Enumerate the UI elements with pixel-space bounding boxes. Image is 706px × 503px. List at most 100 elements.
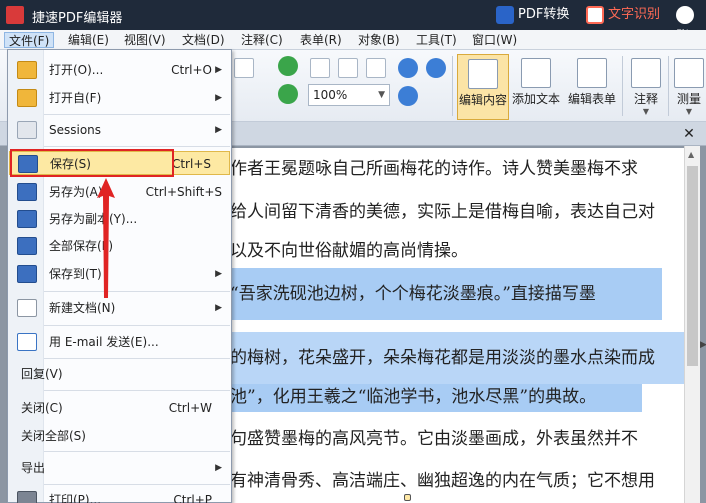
menu-item-label: 打开自(F)	[49, 91, 102, 105]
menu-item-close[interactable]: 关闭(C) Ctrl+W	[9, 396, 230, 420]
menu-tools[interactable]: 工具(T)	[412, 32, 461, 48]
app-logo-icon	[6, 6, 24, 24]
menu-item-export[interactable]: 导出 ▶	[9, 456, 230, 480]
menu-item-print[interactable]: 打印(P)... Ctrl+P	[9, 488, 230, 503]
menu-item-sessions[interactable]: Sessions ▶	[9, 118, 230, 142]
menu-form[interactable]: 表单(R)	[296, 32, 346, 48]
highlight-box	[10, 149, 174, 177]
menu-item-shortcut: Ctrl+O	[171, 63, 212, 77]
scrollbar-thumb[interactable]	[687, 166, 698, 366]
selection-handle[interactable]	[404, 494, 411, 501]
text-line[interactable]: 给人间留下清香的美德，实际上是借梅自喻，表达自己对	[228, 199, 655, 225]
selected-text-line[interactable]: “吾家洗砚池边树，个个梅花淡墨痕。”直接描写墨	[228, 268, 662, 320]
close-icon[interactable]: ✕	[682, 127, 696, 141]
pdf-convert-icon	[496, 5, 514, 24]
menu-item-shortcut: Ctrl+Shift+S	[145, 185, 222, 199]
ocr-button[interactable]: 文字识别	[586, 4, 660, 26]
scroll-up-icon[interactable]: ▲	[688, 150, 694, 159]
menu-item-label: 用 E-mail 发送(E)...	[49, 335, 159, 349]
menu-item-send-email[interactable]: 用 E-mail 发送(E)...	[9, 330, 230, 354]
zoom-select[interactable]: 100% ▼	[308, 84, 390, 106]
text-line[interactable]: 以及不向世俗献媚的高尚情操。	[228, 238, 468, 264]
comment-button[interactable]: 注释 ▼	[626, 54, 666, 120]
menu-divider	[44, 114, 230, 115]
menu-divider	[44, 390, 230, 391]
menu-edit[interactable]: 编辑(E)	[64, 32, 113, 48]
fit-page-icon[interactable]	[338, 58, 358, 78]
save-as-icon	[17, 183, 37, 201]
menu-comment[interactable]: 注释(C)	[237, 32, 287, 48]
menu-view[interactable]: 视图(V)	[120, 32, 170, 48]
menu-item-label: Sessions	[49, 123, 102, 137]
menu-item-save-copy[interactable]: 另存为副本(Y)...	[9, 207, 230, 231]
chevron-down-icon: ▼	[685, 107, 693, 116]
menu-window[interactable]: 窗口(W)	[468, 32, 521, 48]
ocr-label: 文字识别	[608, 7, 661, 22]
menu-item-close-all[interactable]: 关闭全部(S)	[9, 424, 230, 448]
menu-divider	[44, 291, 230, 292]
selected-text-line[interactable]: 池”，化用王羲之“临池学书，池水尽黑”的典故。	[228, 384, 642, 412]
edit-form-label: 编辑表单	[567, 92, 616, 106]
account-icon	[676, 5, 694, 24]
chevron-right-icon: ▶	[215, 125, 222, 135]
rotate-right-icon[interactable]	[278, 84, 298, 104]
text-line[interactable]: 作者王冕题咏自己所画梅花的诗作。诗人赞美墨梅不求	[228, 156, 638, 182]
edit-content-button[interactable]: 编辑内容	[457, 54, 509, 120]
zoom-out-icon[interactable]	[426, 58, 446, 78]
chevron-down-icon: ▼	[378, 90, 385, 100]
edit-form-button[interactable]: 编辑表单	[566, 54, 618, 120]
vertical-scrollbar[interactable]: ▲	[684, 146, 700, 503]
zoom-in-icon[interactable]	[398, 58, 418, 78]
menu-item-shortcut: Ctrl+S	[171, 157, 211, 171]
comment-label: 注释	[633, 92, 658, 106]
measure-button[interactable]: 测量 ▼	[672, 54, 706, 120]
add-text-button[interactable]: 添加文本	[510, 54, 562, 120]
ocr-icon	[586, 5, 604, 24]
chevron-right-icon: ▶	[215, 93, 222, 103]
menu-object[interactable]: 对象(B)	[354, 32, 404, 48]
toolbar-separator	[452, 56, 453, 116]
chevron-right-icon: ▶	[215, 303, 222, 313]
zoom-value: 100%	[313, 88, 348, 102]
menu-item-revert[interactable]: 回复(V)	[9, 362, 230, 386]
zoom-add-icon[interactable]	[398, 86, 418, 106]
select-tool-icon[interactable]	[234, 58, 254, 78]
chevron-right-icon[interactable]: ▶	[700, 340, 706, 350]
edit-form-icon	[577, 58, 607, 88]
comment-icon	[631, 58, 661, 88]
text-line[interactable]: 有神清骨秀、高洁端庄、幽独超逸的内在气质；它不想用	[228, 468, 655, 494]
fit-width-icon[interactable]	[366, 58, 386, 78]
title-bar: 捷速PDF编辑器 PDF转换 文字识别 账	[0, 0, 706, 44]
text-line[interactable]: 句盛赞墨梅的高风亮节。它由淡墨画成，外表虽然并不	[228, 426, 638, 452]
rotate-left-icon[interactable]	[278, 56, 298, 76]
pdf-convert-button[interactable]: PDF转换	[496, 4, 569, 26]
pdf-convert-label: PDF转换	[518, 7, 570, 22]
print-icon	[17, 491, 37, 503]
toolbar-separator	[668, 56, 669, 116]
edit-content-label: 编辑内容	[458, 93, 507, 107]
menu-item-open-from[interactable]: 打开自(F) ▶	[9, 86, 230, 110]
menu-item-label: 保存到(T)	[49, 267, 102, 281]
app-title: 捷速PDF编辑器	[32, 11, 123, 26]
menu-item-label: 导出	[21, 461, 46, 475]
toolbar-separator	[622, 56, 623, 116]
menu-item-save-to[interactable]: 保存到(T) ▶	[9, 262, 230, 286]
measure-icon	[674, 58, 704, 88]
account-button[interactable]: 账	[676, 4, 706, 44]
actual-size-icon[interactable]	[310, 58, 330, 78]
selected-text-line[interactable]: 的梅树，花朵盛开，朵朵梅花都是用淡淡的墨水点染而成	[228, 332, 684, 384]
chevron-right-icon: ▶	[215, 65, 222, 75]
menu-item-save-as[interactable]: 另存为(A)... Ctrl+Shift+S	[9, 180, 230, 204]
menu-item-label: 关闭(C)	[21, 401, 63, 415]
menu-item-new-document[interactable]: 新建文档(N) ▶	[9, 296, 230, 320]
menu-document[interactable]: 文档(D)	[178, 32, 229, 48]
menu-file[interactable]: 文件(F)	[4, 32, 55, 48]
email-icon	[17, 333, 37, 351]
menu-item-label: 回复(V)	[21, 367, 63, 381]
document-page[interactable]: 作者王冕题咏自己所画梅花的诗作。诗人赞美墨梅不求 给人间留下清香的美德，实际上是…	[228, 148, 684, 503]
red-arrow-icon	[97, 178, 115, 298]
menu-item-open[interactable]: 打开(O)... Ctrl+O ▶	[9, 58, 230, 82]
menu-item-save-all[interactable]: 全部保存(L)	[9, 234, 230, 258]
add-text-icon	[521, 58, 551, 88]
measure-label: 测量	[676, 92, 701, 106]
